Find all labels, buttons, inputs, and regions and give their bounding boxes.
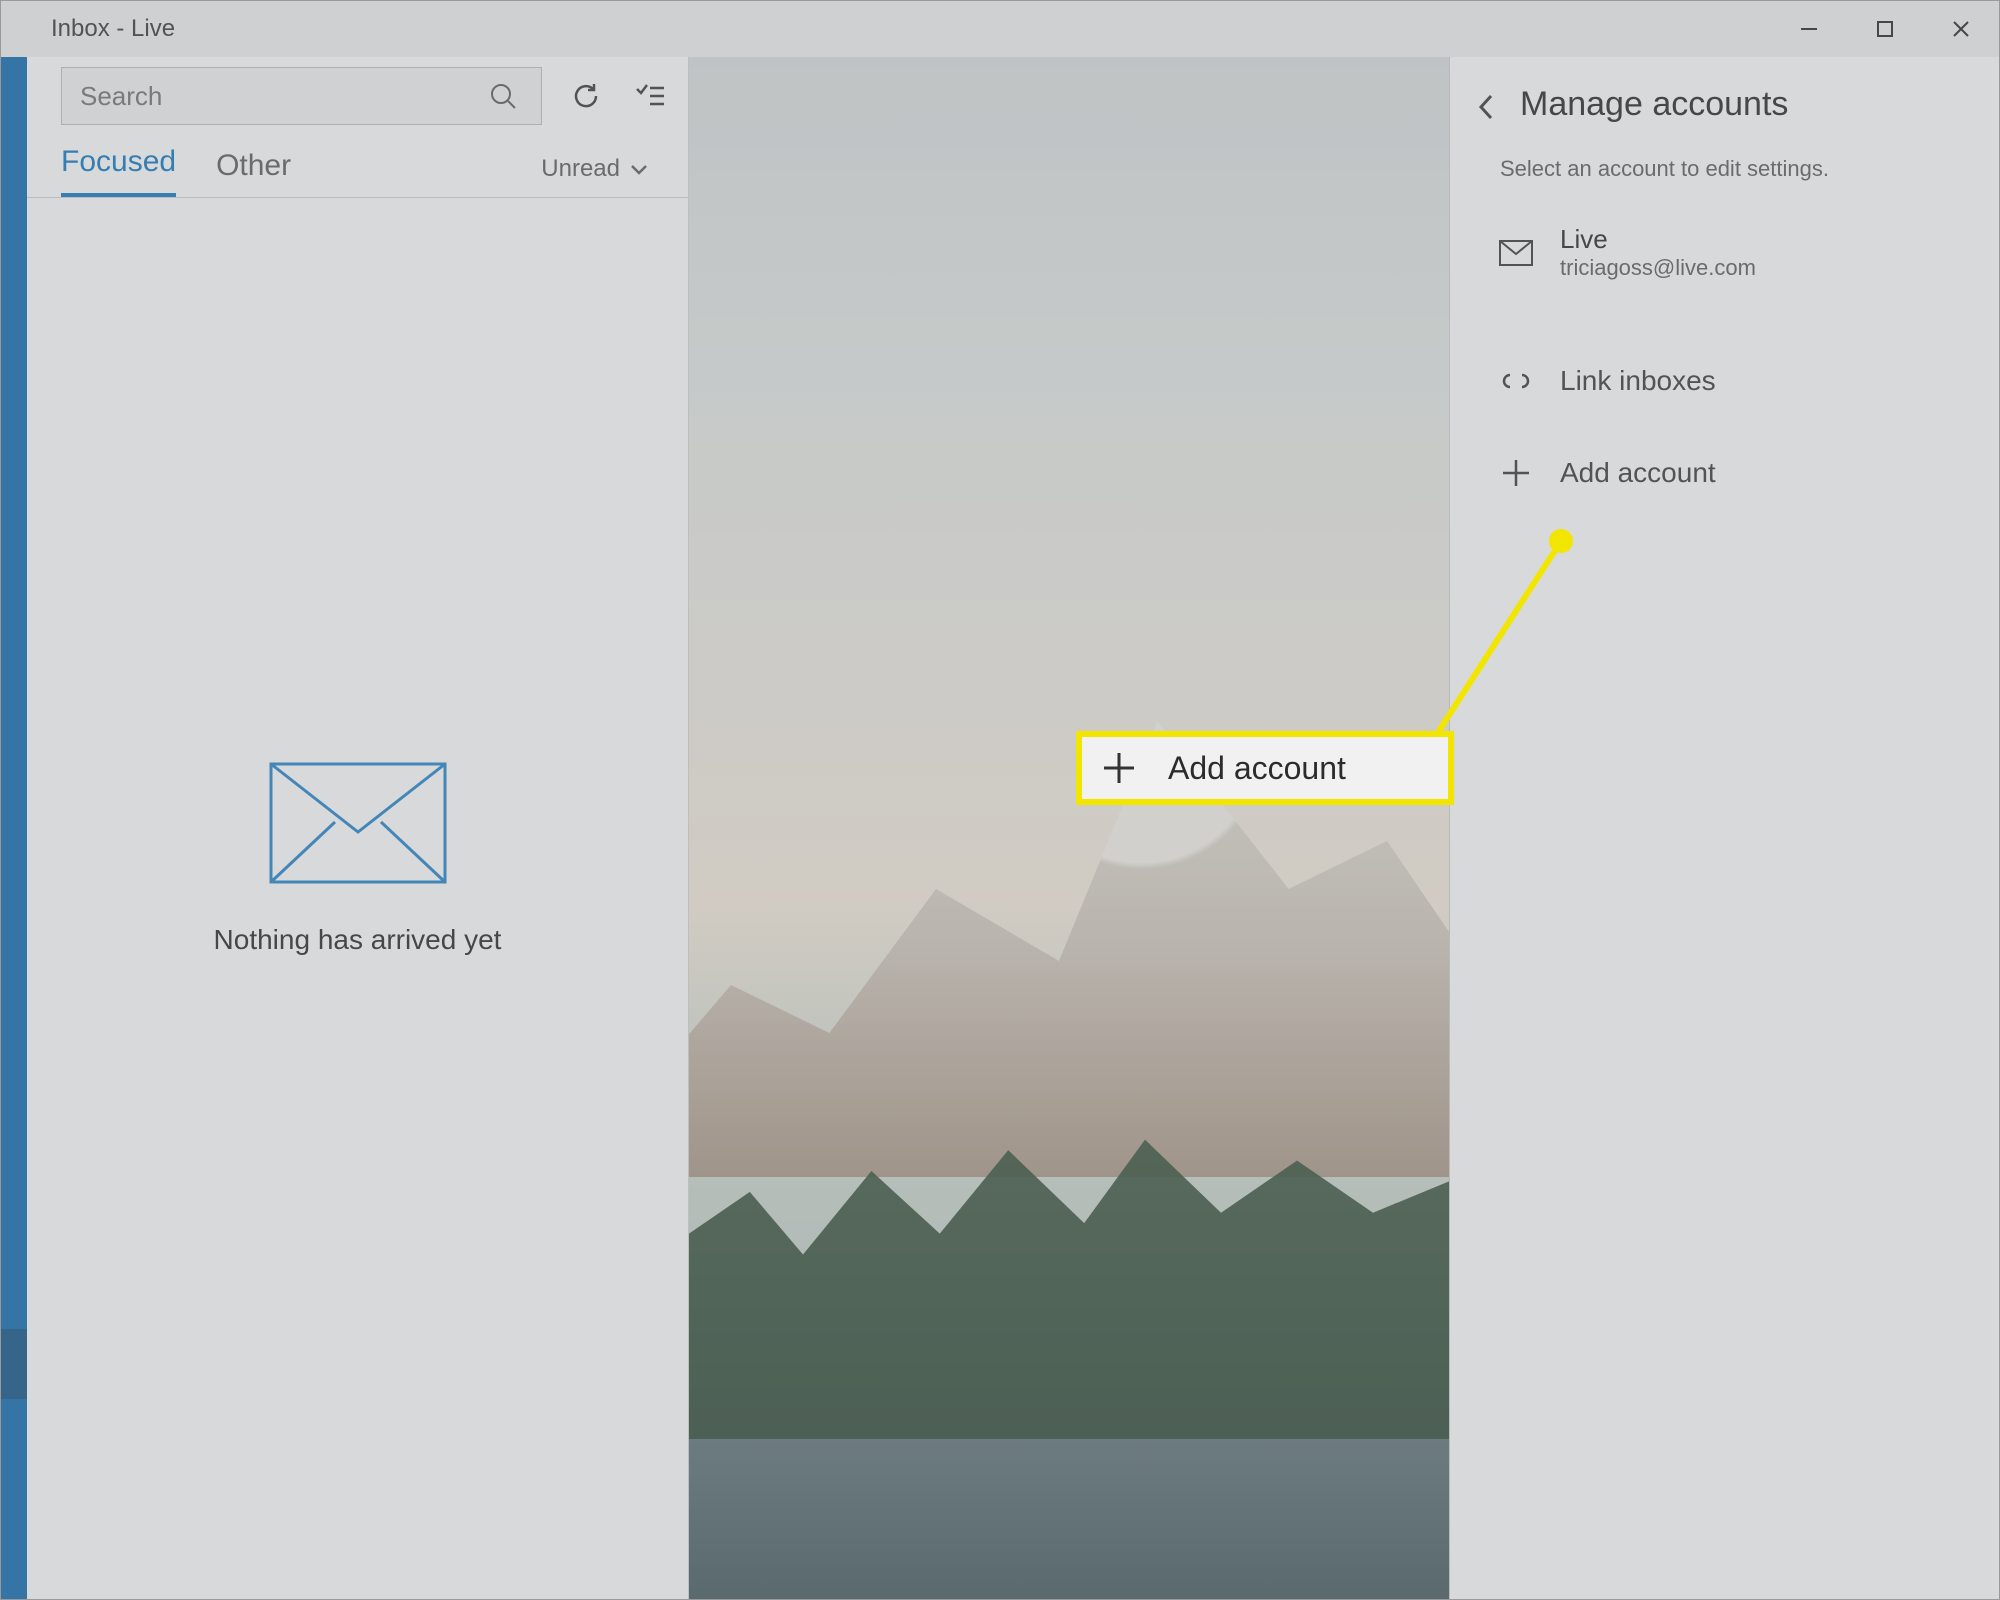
refresh-button[interactable] <box>566 76 606 116</box>
mail-icon <box>1498 240 1534 266</box>
account-email: triciagoss@live.com <box>1560 255 1756 281</box>
list-toolbar: Search <box>27 57 688 133</box>
mail-app-window: Inbox - Live Search <box>0 0 2000 1600</box>
annotation-label: Add account <box>1168 750 1346 787</box>
close-icon <box>1951 19 1971 39</box>
panel-title: Manage accounts <box>1520 85 1788 124</box>
add-account-label: Add account <box>1560 457 1716 489</box>
refresh-icon <box>570 80 602 112</box>
chevron-left-icon <box>1476 93 1496 121</box>
window-titlebar: Inbox - Live <box>1 1 1999 57</box>
nav-active-indicator <box>1 1329 27 1399</box>
plus-icon <box>1100 749 1138 787</box>
search-icon <box>483 76 523 116</box>
message-list-pane: Search Focus <box>27 57 689 1599</box>
search-input[interactable]: Search <box>61 67 542 125</box>
plus-icon <box>1498 458 1534 488</box>
close-button[interactable] <box>1923 1 1999 57</box>
select-mode-button[interactable] <box>630 76 670 116</box>
panel-subtitle: Select an account to edit settings. <box>1450 134 1999 210</box>
panel-header: Manage accounts <box>1450 57 1999 134</box>
link-icon <box>1498 369 1534 393</box>
window-controls <box>1771 1 1999 57</box>
minimize-icon <box>1799 19 1819 39</box>
account-name: Live <box>1560 224 1756 255</box>
back-button[interactable] <box>1476 93 1502 121</box>
search-placeholder: Search <box>80 81 483 112</box>
link-inboxes-button[interactable]: Link inboxes <box>1450 335 1999 427</box>
add-account-button[interactable]: Add account <box>1450 427 1999 519</box>
checklist-icon <box>634 80 666 112</box>
annotation-callout-add-account: Add account <box>1076 731 1454 805</box>
account-item-live[interactable]: Live triciagoss@live.com <box>1450 210 1999 295</box>
minimize-button[interactable] <box>1771 1 1847 57</box>
manage-accounts-panel: Manage accounts Select an account to edi… <box>1449 57 1999 1599</box>
reading-pane <box>689 57 1449 1599</box>
empty-message: Nothing has arrived yet <box>214 924 502 956</box>
maximize-icon <box>1876 20 1894 38</box>
link-inboxes-label: Link inboxes <box>1560 365 1716 397</box>
maximize-button[interactable] <box>1847 1 1923 57</box>
nav-accent-strip <box>1 57 27 1599</box>
empty-inbox-state: Nothing has arrived yet <box>27 158 688 1559</box>
window-title: Inbox - Live <box>51 15 175 43</box>
envelope-icon <box>269 762 447 884</box>
